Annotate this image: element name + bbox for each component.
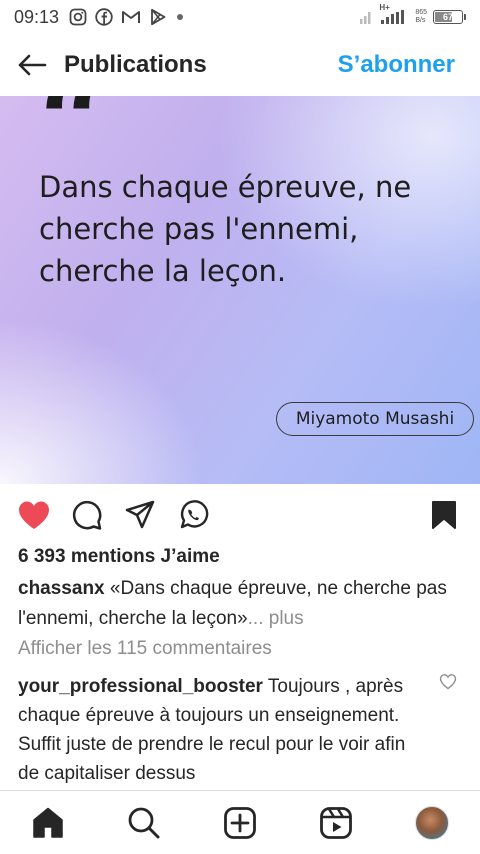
author-label: Miyamoto Musashi (276, 402, 474, 436)
comment-username[interactable]: your_professional_booster (18, 676, 263, 697)
caption-username[interactable]: chassanx (18, 578, 105, 599)
network-speed-value: 865 (415, 9, 427, 16)
nav-home[interactable] (24, 799, 72, 847)
system-status: H+ 865 B/s 67 (359, 3, 466, 25)
header: Publications S’abonner (0, 34, 480, 96)
play-store-icon (149, 8, 167, 26)
nav-search[interactable] (120, 799, 168, 847)
bookmark-icon (432, 501, 456, 529)
whatsapp-icon (180, 500, 209, 529)
caption: chassanx «Dans chaque épreuve, ne cherch… (18, 574, 468, 634)
home-icon (33, 807, 63, 838)
heart-icon (19, 501, 49, 529)
small-heart-icon (439, 674, 457, 690)
battery-icon: 67 (433, 10, 466, 24)
subscribe-button[interactable]: S’abonner (338, 51, 455, 79)
nav-profile[interactable] (408, 799, 456, 847)
nav-reels[interactable] (312, 799, 360, 847)
comment: your_professional_booster Toujours , apr… (18, 672, 428, 788)
profile-avatar (415, 805, 449, 840)
instagram-icon (69, 8, 87, 26)
comment-icon (72, 500, 102, 530)
caption-more-link[interactable]: ... plus (248, 608, 304, 629)
post-actions (0, 494, 480, 536)
share-button[interactable] (122, 497, 158, 533)
notification-icons (69, 8, 185, 26)
facebook-icon (95, 8, 113, 26)
status-time: 09:13 (14, 6, 60, 27)
back-arrow-icon (18, 54, 47, 76)
network-type: H+ (379, 3, 390, 12)
create-post-icon (224, 806, 256, 839)
send-icon (125, 500, 155, 529)
signal-icon-2: H+ (379, 3, 409, 25)
network-speed: 865 B/s (415, 9, 427, 25)
likes-count[interactable]: 6 393 mentions J’aime (18, 546, 220, 568)
page-title: Publications (64, 51, 207, 78)
nav-create[interactable] (216, 799, 264, 847)
dot-icon (175, 12, 185, 22)
reels-icon (320, 806, 352, 839)
whatsapp-button[interactable] (175, 497, 211, 533)
gmail-icon (121, 9, 141, 25)
view-comments-link[interactable]: Afficher les 115 commentaires (18, 638, 272, 660)
comment-like-button[interactable] (439, 673, 457, 691)
battery-level: 67 (442, 12, 453, 22)
search-icon (128, 807, 160, 838)
signal-icon (359, 9, 373, 25)
save-button[interactable] (426, 497, 462, 533)
quote-text: Dans chaque épreuve, ne cherche pas l'en… (39, 170, 412, 288)
like-button[interactable] (16, 497, 52, 533)
bottom-nav (0, 790, 480, 854)
back-button[interactable] (0, 34, 64, 96)
network-speed-unit: B/s (415, 17, 426, 24)
post-image[interactable]: “ Dans chaque épreuve, ne cherche pas l'… (0, 96, 480, 484)
comment-button[interactable] (69, 497, 105, 533)
status-bar: 09:13 H+ 865 B/s 67 (0, 0, 480, 34)
